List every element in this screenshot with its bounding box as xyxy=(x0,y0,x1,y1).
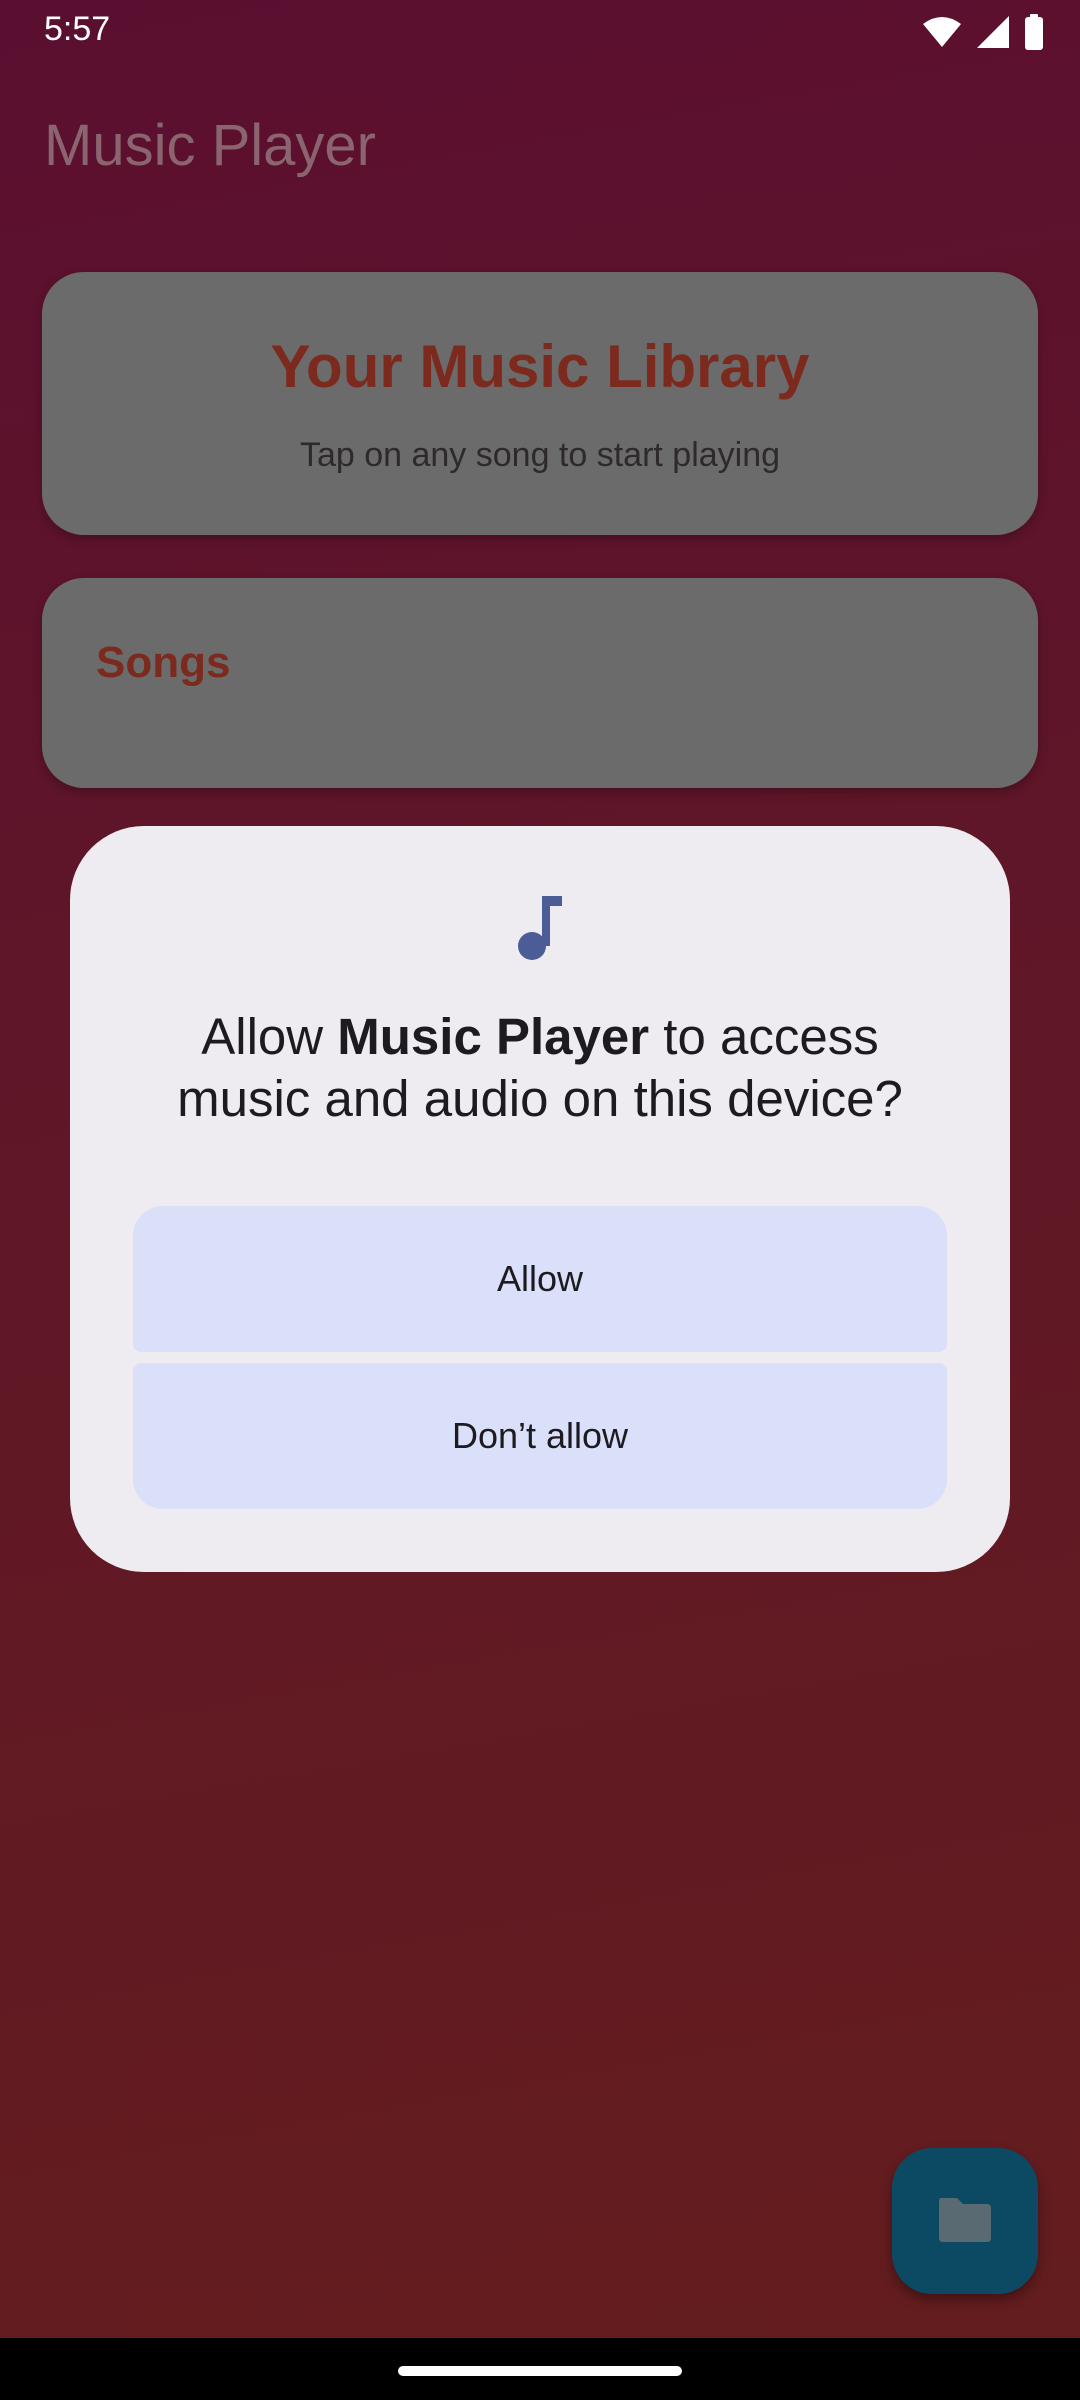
navigation-bar xyxy=(0,2338,1080,2400)
dialog-message: Allow Music Player to access music and a… xyxy=(130,1006,950,1130)
status-time: 5:57 xyxy=(44,10,111,48)
dialog-message-prefix: Allow xyxy=(201,1008,338,1065)
app-title: Music Player xyxy=(44,113,376,178)
songs-title: Songs xyxy=(96,638,231,687)
wifi-icon xyxy=(922,16,962,48)
battery-icon xyxy=(1024,14,1044,50)
library-title: Your Music Library xyxy=(270,333,810,400)
app-screen: 5:57 Music Player Your Music Library Tap… xyxy=(0,0,1080,2338)
cellular-signal-icon xyxy=(976,15,1010,49)
songs-card: Songs xyxy=(42,578,1038,788)
allow-button[interactable]: Allow xyxy=(133,1206,947,1352)
open-folder-button[interactable] xyxy=(892,2148,1038,2294)
folder-icon xyxy=(937,2196,993,2247)
library-subtitle: Tap on any song to start playing xyxy=(299,436,781,474)
status-icons xyxy=(922,14,1044,50)
home-indicator[interactable] xyxy=(398,2366,682,2376)
status-bar: 5:57 xyxy=(0,0,1080,64)
dont-allow-button[interactable]: Don’t allow xyxy=(133,1363,947,1509)
dialog-app-name: Music Player xyxy=(337,1008,650,1065)
music-note-icon xyxy=(516,894,564,962)
library-card: Your Music Library Tap on any song to st… xyxy=(42,272,1038,535)
permission-dialog: Allow Music Player to access music and a… xyxy=(70,826,1010,1572)
